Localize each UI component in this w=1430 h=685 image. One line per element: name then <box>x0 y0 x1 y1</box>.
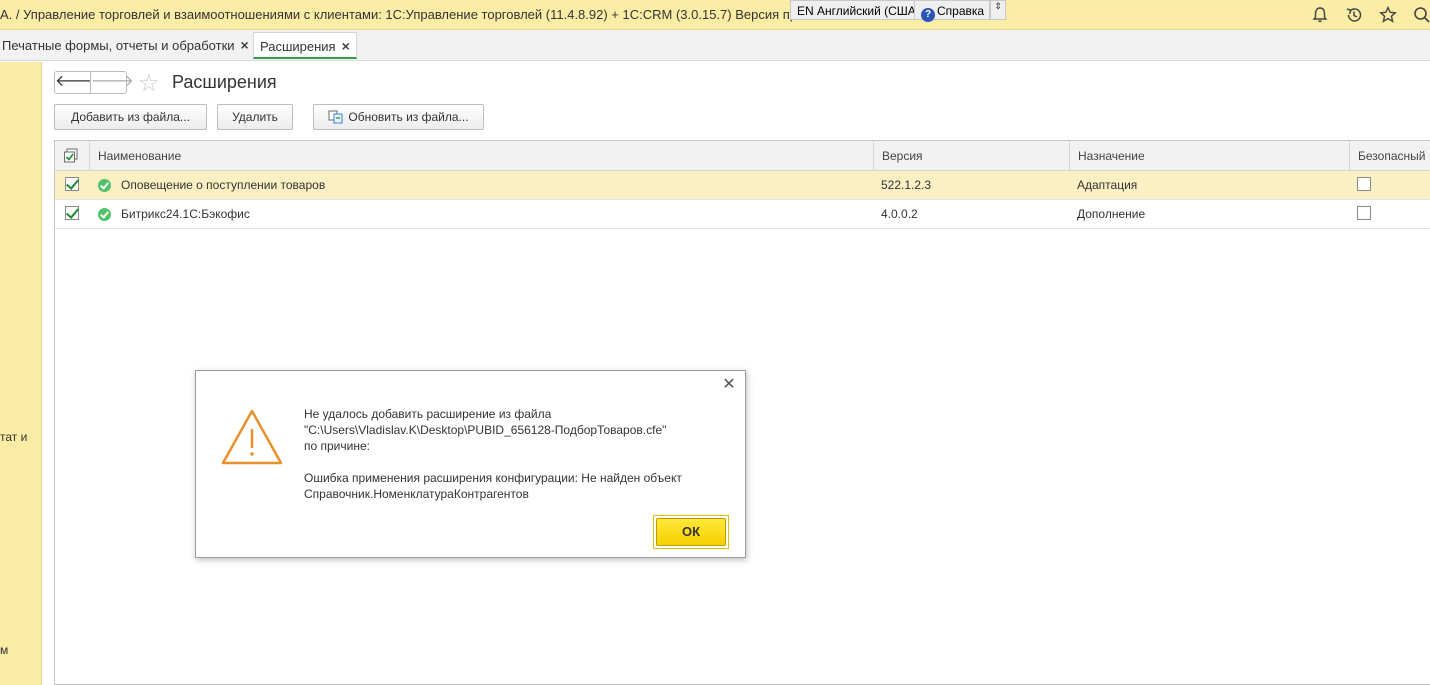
error-message: Не удалось добавить расширение из файла … <box>304 406 734 502</box>
help-label: Справка <box>937 4 985 18</box>
add-from-file-button[interactable]: Добавить из файла... <box>54 104 207 130</box>
title-bar: А. / Управление торговлей и взаимоотноше… <box>0 0 1430 30</box>
message-line: Ошибка применения расширения конфигураци… <box>304 471 682 485</box>
active-checkbox[interactable] <box>65 206 79 220</box>
select-all-checkbox-icon[interactable] <box>63 148 79 164</box>
extension-version: 522.1.2.3 <box>881 178 932 192</box>
extension-version: 4.0.0.2 <box>881 207 918 221</box>
close-icon[interactable]: × <box>241 37 249 53</box>
extension-purpose: Адаптация <box>1077 178 1138 192</box>
help-button[interactable]: ? Справка <box>914 0 990 22</box>
history-icon[interactable] <box>1344 5 1364 25</box>
column-header-safe[interactable]: Безопасный <box>1349 141 1430 171</box>
sections-panel: тат и м <box>0 62 42 685</box>
message-line: "C:\Users\Vladislav.K\Desktop\PUBID_6561… <box>304 423 667 437</box>
close-icon[interactable]: × <box>342 38 350 54</box>
language-indicator[interactable]: EN Английский (США) <box>790 0 927 20</box>
table-header: Наименование Версия Назначение Безопасны… <box>55 141 1430 171</box>
extension-name: Оповещение о поступлении товаров <box>121 178 326 192</box>
window-title: А. / Управление торговлей и взаимоотноше… <box>0 7 798 22</box>
table-row[interactable]: Оповещение о поступлении товаров 522.1.2… <box>55 171 1430 200</box>
column-header-version[interactable]: Версия <box>873 141 1069 171</box>
tab-print-forms[interactable]: Печатные формы, отчеты и обработки × <box>0 32 255 59</box>
update-from-file-button[interactable]: Обновить из файла... <box>313 104 484 130</box>
forward-button[interactable]: 🡒 <box>90 71 134 94</box>
safe-mode-checkbox[interactable] <box>1357 206 1371 220</box>
tab-label: Расширения <box>260 39 336 54</box>
ok-button-focus-frame: ОК <box>653 515 729 549</box>
search-icon[interactable] <box>1412 5 1430 25</box>
help-dropdown-arrow[interactable]: ⇕ <box>990 0 1006 20</box>
error-dialog: ✕ Не удалось добавить расширение из файл… <box>195 370 746 558</box>
delete-button[interactable]: Удалить <box>217 104 293 130</box>
section-item-fragment[interactable]: тат и <box>0 430 27 444</box>
extension-name: Битрикс24.1С:Бэкофис <box>121 207 250 221</box>
extension-purpose: Дополнение <box>1077 207 1146 221</box>
column-header-name[interactable]: Наименование <box>89 141 873 171</box>
column-header-purpose[interactable]: Назначение <box>1069 141 1349 171</box>
star-icon[interactable] <box>1378 5 1398 25</box>
table-row[interactable]: Битрикс24.1С:Бэкофис 4.0.0.2 Дополнение <box>55 200 1430 229</box>
back-button[interactable]: 🡐 <box>54 71 98 94</box>
tab-extensions[interactable]: Расширения × <box>253 32 357 59</box>
tab-bar: Печатные формы, отчеты и обработки × Расш… <box>0 30 1430 61</box>
message-line <box>304 454 734 470</box>
check-circle-icon <box>98 208 111 221</box>
check-circle-icon <box>98 179 111 192</box>
safe-mode-checkbox[interactable] <box>1357 177 1371 191</box>
tab-label: Печатные формы, отчеты и обработки <box>2 38 235 53</box>
active-checkbox[interactable] <box>65 177 79 191</box>
update-button-label: Обновить из файла... <box>348 110 469 124</box>
warning-triangle-icon <box>221 409 283 465</box>
update-file-icon <box>328 110 343 124</box>
ok-button[interactable]: ОК <box>656 518 726 546</box>
message-line: Не удалось добавить расширение из файла <box>304 407 552 421</box>
bell-icon[interactable] <box>1310 5 1330 25</box>
favorite-star-icon[interactable]: ☆ <box>138 69 160 98</box>
message-line: по причине: <box>304 439 370 453</box>
question-icon: ? <box>921 8 935 22</box>
close-icon[interactable]: ✕ <box>721 377 737 393</box>
page-title: Расширения <box>172 72 277 92</box>
message-line: Справочник.НоменклатураКонтрагентов <box>304 487 529 501</box>
section-item-fragment[interactable]: м <box>0 643 8 657</box>
